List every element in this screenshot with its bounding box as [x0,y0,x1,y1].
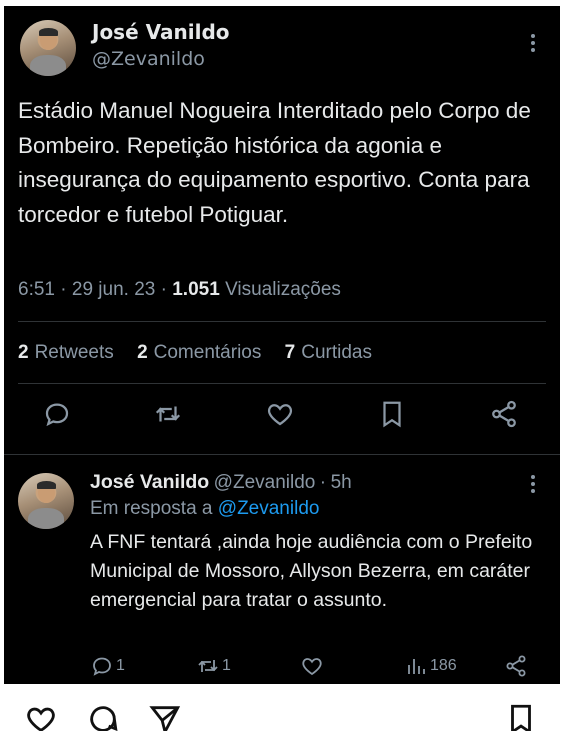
meta-separator: · [160,279,173,300]
tweet-actions [4,399,560,439]
heart-icon[interactable] [265,399,295,429]
divider [18,321,546,322]
author-handle[interactable]: @Zevanildo [92,48,205,70]
screenshot-frame: José Vanildo @Zevanildo Estádio Manuel N… [0,0,565,684]
retweets-count: 2 [18,342,29,363]
author-name[interactable]: José Vanildo [92,20,230,44]
reply-icon [93,657,111,676]
views-button[interactable]: 186 [404,653,457,679]
heart-icon [302,658,322,676]
retweet-count: 1 [222,657,231,674]
comments-label: Comentários [153,342,262,363]
reply-mention-link[interactable]: @Zevanildo [218,498,320,519]
comment-icon[interactable] [86,702,120,731]
retweets-stat[interactable]: 2 Retweets [18,342,114,363]
reply-text: A FNF tentará ,ainda hoje audiência com … [90,531,533,611]
tweet-text: Estádio Manuel Nogueira Interditado pelo… [18,98,531,227]
share-icon[interactable] [489,399,519,429]
avatar[interactable] [18,473,74,529]
tweet-stats: 2 Retweets 2 Comentários 7 Curtidas [18,342,390,364]
comments-count: 2 [137,342,148,363]
divider [18,383,546,384]
header-separator: · [319,472,327,493]
retweets-label: Retweets [34,342,114,363]
share-icon [506,655,526,677]
retweet-icon[interactable] [153,399,183,429]
tweet-time-ago[interactable]: 5h [331,472,352,493]
reply-icon[interactable] [42,399,72,429]
retweet-button[interactable]: 1 [196,653,231,679]
main-tweet: José Vanildo @Zevanildo Estádio Manuel N… [4,6,560,454]
more-options-icon[interactable] [530,475,536,495]
likes-label: Curtidas [301,342,372,363]
views-icon [408,659,425,674]
likes-stat[interactable]: 7 Curtidas [285,342,372,363]
reply-context: Em resposta a @Zevanildo [90,498,319,520]
reply-actions: 1 1 186 [90,653,540,681]
avatar[interactable] [20,20,76,76]
author-handle[interactable]: @Zevanildo [214,472,316,493]
bottom-action-bar [0,684,565,731]
reply-prefix: Em resposta a [90,498,213,519]
comments-stat[interactable]: 2 Comentários [137,342,261,363]
more-options-icon[interactable] [530,34,536,54]
likes-count: 7 [284,342,296,363]
tweet-time[interactable]: 6:51 [18,279,55,300]
bookmark-icon[interactable] [377,399,407,429]
retweet-icon [198,660,218,672]
meta-separator: · [60,279,72,300]
views-count: 1.051 [172,279,220,300]
reply-tweet[interactable]: José Vanildo @Zevanildo · 5h Em resposta… [4,455,560,684]
send-icon[interactable] [148,702,182,731]
views-count: 186 [430,657,457,674]
author-name[interactable]: José Vanildo [90,471,209,493]
like-button[interactable] [300,653,324,679]
tweet-thread: José Vanildo @Zevanildo Estádio Manuel N… [4,6,560,684]
views-label: Visualizações [225,279,341,300]
tweet-meta: 6:51 · 29 jun. 23 · 1.051 Visualizações [18,279,341,301]
reply-header: José Vanildo @Zevanildo · 5h [90,471,352,494]
bookmark-icon[interactable] [504,702,538,731]
share-button[interactable] [504,653,528,679]
reply-button[interactable]: 1 [90,653,125,679]
tweet-date[interactable]: 29 jun. 23 [72,279,155,300]
reply-count: 1 [116,657,125,674]
heart-icon[interactable] [24,702,58,731]
